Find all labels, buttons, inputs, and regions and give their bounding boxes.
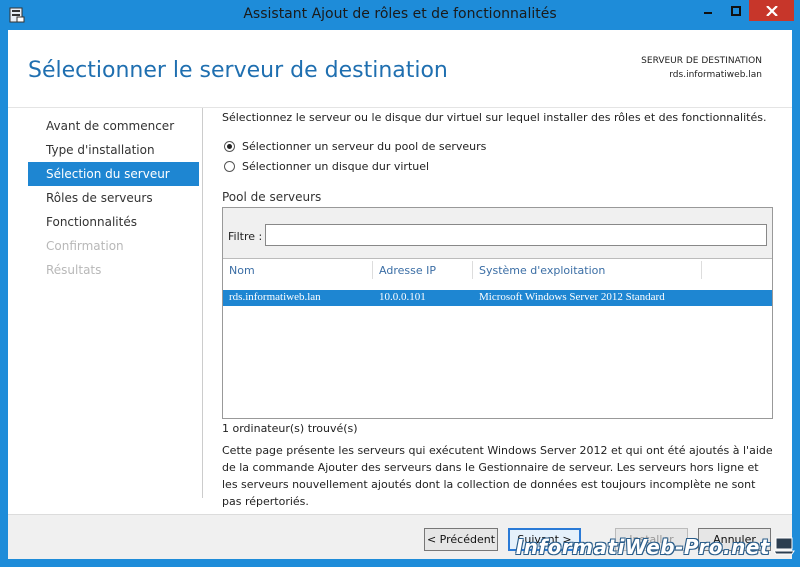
column-header-systeme[interactable]: Système d'exploitation xyxy=(479,264,605,277)
column-separator[interactable] xyxy=(372,261,373,279)
wizard-body: Avant de commencer Type d'installation S… xyxy=(8,108,792,514)
table-row[interactable]: rds.informatiweb.lan 10.0.0.101 Microsof… xyxy=(223,290,772,306)
column-separator[interactable] xyxy=(472,261,473,279)
radio-vhd[interactable] xyxy=(224,161,235,172)
minimize-icon xyxy=(704,11,712,14)
radio-vhd-label: Sélectionner un disque dur virtuel xyxy=(242,160,430,173)
maximize-icon xyxy=(730,5,741,16)
wizard-client-area: Sélectionner le serveur de destination S… xyxy=(8,30,792,559)
server-grid: Nom Adresse IP Système d'exploitation rd… xyxy=(223,258,772,418)
title-bar: Assistant Ajout de rôles et de fonctionn… xyxy=(0,0,800,30)
page-title: Sélectionner le serveur de destination xyxy=(28,58,448,83)
cell-os: Microsoft Windows Server 2012 Standard xyxy=(479,291,665,303)
nav-step-resultats: Résultats xyxy=(46,263,102,277)
server-pool-heading: Pool de serveurs xyxy=(222,190,322,204)
wizard-window: Assistant Ajout de rôles et de fonctionn… xyxy=(0,0,800,567)
watermark-text: InformatiWeb-Pro.net xyxy=(515,535,770,559)
cell-ip: 10.0.0.101 xyxy=(379,291,426,303)
cell-name: rds.informatiweb.lan xyxy=(229,291,321,303)
destination-server-label: SERVEUR DE DESTINATION xyxy=(641,56,762,66)
step-content: Sélectionnez le serveur ou le disque dur… xyxy=(202,108,782,508)
intro-text: Sélectionnez le serveur ou le disque dur… xyxy=(222,111,767,124)
laptop-logo-icon xyxy=(773,537,795,555)
nav-step-fonctionnalites[interactable]: Fonctionnalités xyxy=(28,210,199,234)
filter-label: Filtre : xyxy=(228,230,263,243)
window-title: Assistant Ajout de rôles et de fonctionn… xyxy=(243,6,557,22)
column-header-nom[interactable]: Nom xyxy=(229,264,255,277)
radio-vhd-option[interactable]: Sélectionner un disque dur virtuel xyxy=(224,160,429,173)
wizard-steps-nav: Avant de commencer Type d'installation S… xyxy=(28,114,199,282)
column-separator[interactable] xyxy=(701,261,702,279)
column-header-adresse-ip[interactable]: Adresse IP xyxy=(379,264,436,277)
nav-step-avant-de-commencer[interactable]: Avant de commencer xyxy=(28,114,199,138)
radio-server-pool[interactable] xyxy=(224,141,235,152)
nav-step-selection-serveur[interactable]: Sélection du serveur xyxy=(28,162,199,186)
close-button[interactable] xyxy=(749,0,794,21)
nav-step-type-installation[interactable]: Type d'installation xyxy=(28,138,199,162)
radio-server-pool-option[interactable]: Sélectionner un serveur du pool de serve… xyxy=(224,140,486,153)
minimize-button[interactable] xyxy=(694,0,722,21)
result-count: 1 ordinateur(s) trouvé(s) xyxy=(222,422,358,435)
previous-button[interactable]: < Précédent xyxy=(424,528,498,551)
wizard-header: Sélectionner le serveur de destination S… xyxy=(8,30,792,108)
server-pool-box: Filtre : Nom Adresse IP Système d'exploi… xyxy=(222,207,773,419)
destination-server-value: rds.informatiweb.lan xyxy=(669,70,762,80)
grid-header: Nom Adresse IP Système d'exploitation xyxy=(223,259,772,281)
maximize-button[interactable] xyxy=(722,0,749,21)
nav-step-confirmation: Confirmation xyxy=(46,239,124,253)
description-text: Cette page présente les serveurs qui exé… xyxy=(222,444,773,508)
filter-input[interactable] xyxy=(265,224,767,246)
nav-step-roles-serveurs[interactable]: Rôles de serveurs xyxy=(28,186,199,210)
close-icon xyxy=(765,5,778,16)
radio-server-pool-label: Sélectionner un serveur du pool de serve… xyxy=(242,140,487,153)
